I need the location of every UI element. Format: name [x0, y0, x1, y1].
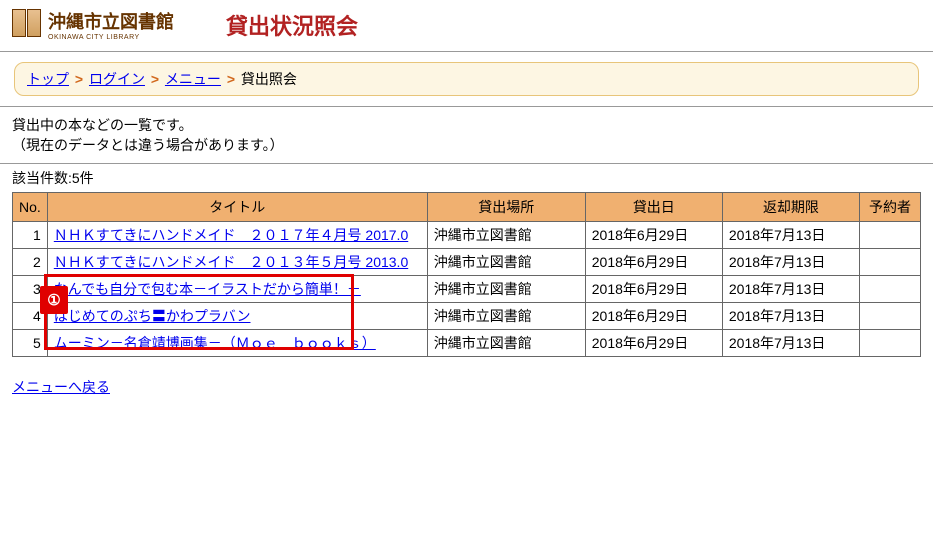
col-header-due: 返却期限: [722, 193, 859, 222]
cell-no: 3: [13, 276, 48, 303]
cell-checkout: 2018年6月29日: [585, 276, 722, 303]
breadcrumb-link-menu[interactable]: メニュー: [165, 71, 221, 87]
cell-reserve: [860, 303, 921, 330]
cell-title: ムーミン－名倉靖博画集－（Ｍｏｅ ｂｏｏｋｓ）: [47, 330, 427, 357]
description-line: 貸出中の本などの一覧です。: [12, 115, 921, 135]
cell-title: ＮＨＫすてきにハンドメイド ２０１７年４月号 2017.0: [47, 222, 427, 249]
col-header-title: タイトル: [47, 193, 427, 222]
cell-place: 沖縄市立図書館: [427, 330, 585, 357]
breadcrumb-link-login[interactable]: ログイン: [89, 71, 145, 87]
title-link[interactable]: はじめてのぷち〓かわプラバン: [54, 308, 251, 324]
cell-no: 1: [13, 222, 48, 249]
cell-place: 沖縄市立図書館: [427, 303, 585, 330]
cell-title: ＮＨＫすてきにハンドメイド ２０１３年５月号 2013.0: [47, 249, 427, 276]
logo-subtitle: OKINAWA CITY LIBRARY: [48, 34, 174, 41]
cell-due: 2018年7月13日: [722, 276, 859, 303]
col-header-no: No.: [13, 193, 48, 222]
table-row: 3 なんでも自分で包む本－イラストだから簡単！－ 沖縄市立図書館2018年6月29日…: [13, 276, 921, 303]
table-row: 5 ムーミン－名倉靖博画集－（Ｍｏｅ ｂｏｏｋｓ） 沖縄市立図書館2018年6月29…: [13, 330, 921, 357]
cell-no: 4: [13, 303, 48, 330]
cell-reserve: [860, 276, 921, 303]
breadcrumb: トップ > ログイン > メニュー > 貸出照会: [14, 62, 919, 96]
title-link[interactable]: ＮＨＫすてきにハンドメイド ２０１７年４月号 2017.0: [54, 227, 408, 243]
breadcrumb-link-top[interactable]: トップ: [27, 71, 69, 87]
site-logo[interactable]: 沖縄市立図書館 OKINAWA CITY LIBRARY: [12, 8, 174, 41]
cell-no: 5: [13, 330, 48, 357]
loan-table: No. タイトル 貸出場所 貸出日 返却期限 予約者 1 ＮＨＫすてきにハンドメイ…: [12, 192, 921, 357]
description: 貸出中の本などの一覧です。 （現在のデータとは違う場合があります。）: [0, 109, 933, 161]
table-row: 4 はじめてのぷち〓かわプラバン 沖縄市立図書館2018年6月29日2018年7月1…: [13, 303, 921, 330]
logo-title: 沖縄市立図書館: [48, 12, 174, 32]
title-link[interactable]: なんでも自分で包む本－イラストだから簡単！－: [54, 281, 361, 297]
cell-due: 2018年7月13日: [722, 249, 859, 276]
cell-reserve: [860, 330, 921, 357]
title-link[interactable]: ＮＨＫすてきにハンドメイド ２０１３年５月号 2013.0: [54, 254, 408, 270]
page-header: 沖縄市立図書館 OKINAWA CITY LIBRARY 貸出状況照会: [0, 0, 933, 49]
col-header-checkout: 貸出日: [585, 193, 722, 222]
col-header-reserve: 予約者: [860, 193, 921, 222]
divider: [0, 163, 933, 164]
result-count: 該当件数:5件: [12, 168, 921, 188]
cell-checkout: 2018年6月29日: [585, 222, 722, 249]
cell-place: 沖縄市立図書館: [427, 222, 585, 249]
table-row: 1ＮＨＫすてきにハンドメイド ２０１７年４月号 2017.0沖縄市立図書館201…: [13, 222, 921, 249]
cell-place: 沖縄市立図書館: [427, 249, 585, 276]
title-link[interactable]: ムーミン－名倉靖博画集－（Ｍｏｅ ｂｏｏｋｓ）: [54, 335, 376, 351]
cell-due: 2018年7月13日: [722, 330, 859, 357]
books-icon: [12, 9, 44, 41]
cell-checkout: 2018年6月29日: [585, 303, 722, 330]
cell-reserve: [860, 249, 921, 276]
chevron-right-icon: >: [227, 71, 235, 87]
description-line: （現在のデータとは違う場合があります。）: [12, 135, 921, 155]
cell-no: 2: [13, 249, 48, 276]
back-to-menu-link[interactable]: メニューへ戻る: [12, 377, 110, 397]
cell-due: 2018年7月13日: [722, 222, 859, 249]
divider: [0, 106, 933, 107]
cell-title: はじめてのぷち〓かわプラバン: [47, 303, 427, 330]
chevron-right-icon: >: [151, 71, 159, 87]
chevron-right-icon: >: [75, 71, 83, 87]
cell-reserve: [860, 222, 921, 249]
table-row: 2ＮＨＫすてきにハンドメイド ２０１３年５月号 2013.0沖縄市立図書館201…: [13, 249, 921, 276]
divider: [0, 51, 933, 52]
page-title: 貸出状況照会: [226, 9, 358, 41]
cell-due: 2018年7月13日: [722, 303, 859, 330]
table-header-row: No. タイトル 貸出場所 貸出日 返却期限 予約者: [13, 193, 921, 222]
cell-checkout: 2018年6月29日: [585, 249, 722, 276]
breadcrumb-current: 貸出照会: [241, 71, 297, 87]
cell-place: 沖縄市立図書館: [427, 276, 585, 303]
col-header-place: 貸出場所: [427, 193, 585, 222]
cell-checkout: 2018年6月29日: [585, 330, 722, 357]
cell-title: なんでも自分で包む本－イラストだから簡単！－: [47, 276, 427, 303]
